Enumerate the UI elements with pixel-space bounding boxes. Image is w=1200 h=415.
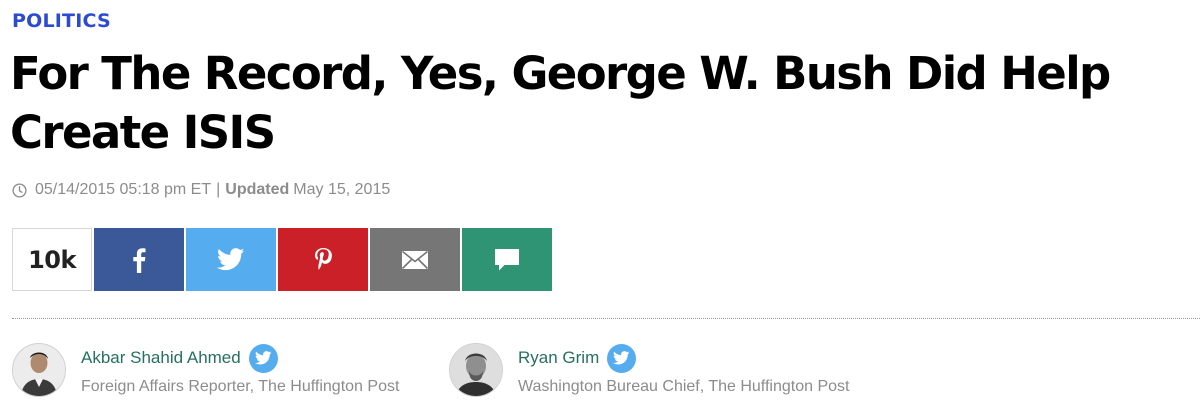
avatar[interactable] (12, 343, 66, 397)
comment-icon (494, 248, 520, 272)
article-headline: For The Record, Yes, George W. Bush Did … (10, 47, 1111, 159)
pinterest-share-button[interactable] (278, 228, 368, 291)
updated-label: Updated (225, 181, 290, 198)
published-date: 05/14/2015 05:18 pm ET (35, 181, 212, 198)
meta-separator: | (216, 181, 221, 198)
facebook-share-button[interactable] (94, 228, 184, 291)
author-title: Foreign Affairs Reporter, The Huffington… (81, 378, 400, 395)
twitter-icon[interactable] (607, 343, 637, 373)
share-bar: 10k (12, 228, 552, 291)
envelope-icon (401, 250, 429, 270)
author-name-link[interactable]: Akbar Shahid Ahmed (81, 348, 241, 368)
updated-date: May 15, 2015 (293, 181, 391, 198)
author-card: Ryan Grim Washington Bureau Chief, The H… (449, 343, 849, 397)
email-share-button[interactable] (370, 228, 460, 291)
author-card: Akbar Shahid Ahmed Foreign Affairs Repor… (12, 343, 399, 397)
twitter-icon (217, 248, 245, 271)
author-name-link[interactable]: Ryan Grim (518, 348, 599, 368)
twitter-icon[interactable] (248, 343, 278, 373)
pinterest-icon (313, 247, 333, 273)
section-link-politics[interactable]: POLITICS (12, 10, 111, 32)
twitter-share-button[interactable] (186, 228, 276, 291)
avatar[interactable] (449, 343, 503, 397)
byline-divider (12, 318, 1200, 319)
comment-button[interactable] (462, 228, 552, 291)
facebook-icon (132, 247, 146, 273)
clock-icon (12, 182, 27, 198)
share-count: 10k (12, 228, 92, 291)
article-timestamp: 05/14/2015 05:18 pm ET | Updated May 15,… (12, 181, 390, 199)
author-title: Washington Bureau Chief, The Huffington … (518, 378, 850, 395)
